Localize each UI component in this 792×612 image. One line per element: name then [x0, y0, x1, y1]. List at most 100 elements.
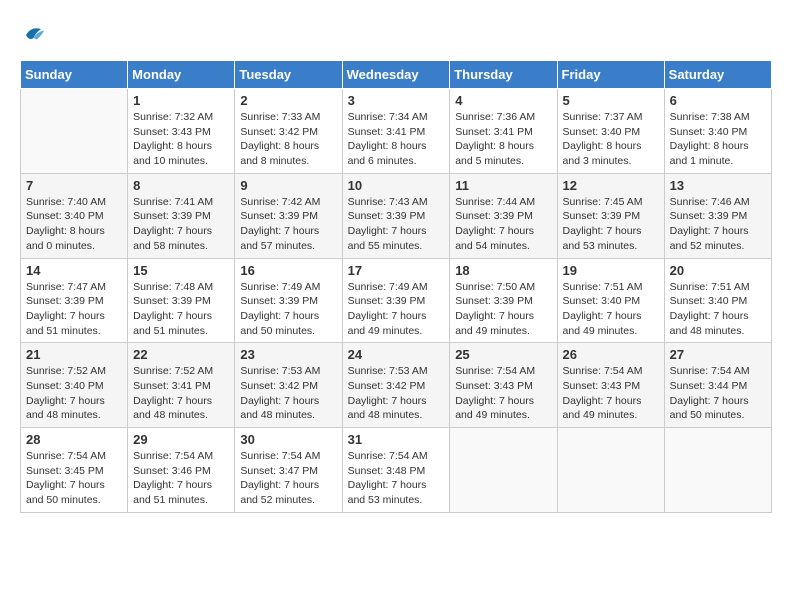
- day-number: 8: [133, 178, 229, 193]
- day-number: 31: [348, 432, 445, 447]
- day-info: Sunrise: 7:50 AM Sunset: 3:39 PM Dayligh…: [455, 280, 551, 339]
- calendar-cell: 4 Sunrise: 7:36 AM Sunset: 3:41 PM Daylig…: [450, 89, 557, 174]
- day-info: Sunrise: 7:52 AM Sunset: 3:40 PM Dayligh…: [26, 364, 122, 423]
- day-number: 9: [240, 178, 336, 193]
- day-number: 5: [563, 93, 659, 108]
- calendar-cell: 9 Sunrise: 7:42 AM Sunset: 3:39 PM Daylig…: [235, 173, 342, 258]
- day-number: 19: [563, 263, 659, 278]
- day-info: Sunrise: 7:54 AM Sunset: 3:43 PM Dayligh…: [455, 364, 551, 423]
- calendar-cell: 22 Sunrise: 7:52 AM Sunset: 3:41 PM Dayli…: [128, 343, 235, 428]
- day-info: Sunrise: 7:36 AM Sunset: 3:41 PM Dayligh…: [455, 110, 551, 169]
- calendar-week-2: 7 Sunrise: 7:40 AM Sunset: 3:40 PM Daylig…: [21, 173, 772, 258]
- day-number: 11: [455, 178, 551, 193]
- day-number: 21: [26, 347, 122, 362]
- calendar-cell: 2Sunrise: 7:33 AM Sunset: 3:42 PM Daylig…: [235, 89, 342, 174]
- calendar-cell: 30 Sunrise: 7:54 AM Sunset: 3:47 PM Dayli…: [235, 428, 342, 513]
- day-number: 26: [563, 347, 659, 362]
- day-number: 15: [133, 263, 229, 278]
- day-number: 16: [240, 263, 336, 278]
- day-info: Sunrise: 7:46 AM Sunset: 3:39 PM Dayligh…: [670, 195, 766, 254]
- day-number: 13: [670, 178, 766, 193]
- day-number: 29: [133, 432, 229, 447]
- day-number: 17: [348, 263, 445, 278]
- day-info: Sunrise: 7:33 AM Sunset: 3:42 PM Dayligh…: [240, 110, 336, 169]
- calendar-cell: 12Sunrise: 7:45 AM Sunset: 3:39 PM Dayli…: [557, 173, 664, 258]
- calendar-cell: 1 Sunrise: 7:32 AM Sunset: 3:43 PM Daylig…: [128, 89, 235, 174]
- calendar-cell: 29Sunrise: 7:54 AM Sunset: 3:46 PM Dayli…: [128, 428, 235, 513]
- calendar-cell: 23Sunrise: 7:53 AM Sunset: 3:42 PM Dayli…: [235, 343, 342, 428]
- calendar-cell: 20 Sunrise: 7:51 AM Sunset: 3:40 PM Dayli…: [664, 258, 771, 343]
- day-info: Sunrise: 7:47 AM Sunset: 3:39 PM Dayligh…: [26, 280, 122, 339]
- calendar-cell: 7 Sunrise: 7:40 AM Sunset: 3:40 PM Daylig…: [21, 173, 128, 258]
- calendar-cell: 8 Sunrise: 7:41 AM Sunset: 3:39 PM Daylig…: [128, 173, 235, 258]
- weekday-header-wednesday: Wednesday: [342, 61, 450, 89]
- day-number: 10: [348, 178, 445, 193]
- day-info: Sunrise: 7:49 AM Sunset: 3:39 PM Dayligh…: [348, 280, 445, 339]
- day-number: 28: [26, 432, 122, 447]
- day-info: Sunrise: 7:37 AM Sunset: 3:40 PM Dayligh…: [563, 110, 659, 169]
- calendar-cell: 18 Sunrise: 7:50 AM Sunset: 3:39 PM Dayli…: [450, 258, 557, 343]
- calendar-week-1: 1 Sunrise: 7:32 AM Sunset: 3:43 PM Daylig…: [21, 89, 772, 174]
- day-number: 4: [455, 93, 551, 108]
- day-number: 27: [670, 347, 766, 362]
- calendar-week-3: 14 Sunrise: 7:47 AM Sunset: 3:39 PM Dayli…: [21, 258, 772, 343]
- calendar-cell: 15Sunrise: 7:48 AM Sunset: 3:39 PM Dayli…: [128, 258, 235, 343]
- calendar-table: SundayMondayTuesdayWednesdayThursdayFrid…: [20, 60, 772, 513]
- day-info: Sunrise: 7:42 AM Sunset: 3:39 PM Dayligh…: [240, 195, 336, 254]
- calendar-cell: 27 Sunrise: 7:54 AM Sunset: 3:44 PM Dayli…: [664, 343, 771, 428]
- weekday-header-tuesday: Tuesday: [235, 61, 342, 89]
- calendar-week-4: 21 Sunrise: 7:52 AM Sunset: 3:40 PM Dayli…: [21, 343, 772, 428]
- day-number: 1: [133, 93, 229, 108]
- day-number: 22: [133, 347, 229, 362]
- calendar-cell: 13 Sunrise: 7:46 AM Sunset: 3:39 PM Dayli…: [664, 173, 771, 258]
- calendar-cell: 10Sunrise: 7:43 AM Sunset: 3:39 PM Dayli…: [342, 173, 450, 258]
- day-info: Sunrise: 7:34 AM Sunset: 3:41 PM Dayligh…: [348, 110, 445, 169]
- day-info: Sunrise: 7:53 AM Sunset: 3:42 PM Dayligh…: [348, 364, 445, 423]
- day-number: 24: [348, 347, 445, 362]
- day-info: Sunrise: 7:52 AM Sunset: 3:41 PM Dayligh…: [133, 364, 229, 423]
- day-info: Sunrise: 7:54 AM Sunset: 3:44 PM Dayligh…: [670, 364, 766, 423]
- weekday-header-monday: Monday: [128, 61, 235, 89]
- calendar-cell: 17 Sunrise: 7:49 AM Sunset: 3:39 PM Dayli…: [342, 258, 450, 343]
- day-number: 20: [670, 263, 766, 278]
- day-number: 6: [670, 93, 766, 108]
- calendar-cell: 16 Sunrise: 7:49 AM Sunset: 3:39 PM Dayli…: [235, 258, 342, 343]
- calendar-cell: 28 Sunrise: 7:54 AM Sunset: 3:45 PM Dayli…: [21, 428, 128, 513]
- weekday-header-saturday: Saturday: [664, 61, 771, 89]
- day-info: Sunrise: 7:54 AM Sunset: 3:48 PM Dayligh…: [348, 449, 445, 508]
- day-info: Sunrise: 7:41 AM Sunset: 3:39 PM Dayligh…: [133, 195, 229, 254]
- calendar-cell: [664, 428, 771, 513]
- calendar-cell: 25 Sunrise: 7:54 AM Sunset: 3:43 PM Dayli…: [450, 343, 557, 428]
- calendar-cell: 31 Sunrise: 7:54 AM Sunset: 3:48 PM Dayli…: [342, 428, 450, 513]
- calendar-cell: [21, 89, 128, 174]
- day-info: Sunrise: 7:54 AM Sunset: 3:43 PM Dayligh…: [563, 364, 659, 423]
- page-header: [20, 20, 772, 50]
- calendar-week-5: 28 Sunrise: 7:54 AM Sunset: 3:45 PM Dayli…: [21, 428, 772, 513]
- calendar-cell: 11 Sunrise: 7:44 AM Sunset: 3:39 PM Dayli…: [450, 173, 557, 258]
- calendar-cell: [557, 428, 664, 513]
- logo-icon: [20, 20, 50, 50]
- day-number: 14: [26, 263, 122, 278]
- day-info: Sunrise: 7:32 AM Sunset: 3:43 PM Dayligh…: [133, 110, 229, 169]
- calendar-cell: 19Sunrise: 7:51 AM Sunset: 3:40 PM Dayli…: [557, 258, 664, 343]
- calendar-cell: 3Sunrise: 7:34 AM Sunset: 3:41 PM Daylig…: [342, 89, 450, 174]
- day-number: 7: [26, 178, 122, 193]
- day-number: 12: [563, 178, 659, 193]
- day-info: Sunrise: 7:38 AM Sunset: 3:40 PM Dayligh…: [670, 110, 766, 169]
- calendar-cell: 6 Sunrise: 7:38 AM Sunset: 3:40 PM Daylig…: [664, 89, 771, 174]
- calendar-cell: 21 Sunrise: 7:52 AM Sunset: 3:40 PM Dayli…: [21, 343, 128, 428]
- day-info: Sunrise: 7:49 AM Sunset: 3:39 PM Dayligh…: [240, 280, 336, 339]
- logo: [20, 20, 54, 50]
- calendar-cell: 26 Sunrise: 7:54 AM Sunset: 3:43 PM Dayli…: [557, 343, 664, 428]
- day-info: Sunrise: 7:54 AM Sunset: 3:45 PM Dayligh…: [26, 449, 122, 508]
- day-info: Sunrise: 7:54 AM Sunset: 3:47 PM Dayligh…: [240, 449, 336, 508]
- weekday-header-row: SundayMondayTuesdayWednesdayThursdayFrid…: [21, 61, 772, 89]
- day-info: Sunrise: 7:40 AM Sunset: 3:40 PM Dayligh…: [26, 195, 122, 254]
- day-info: Sunrise: 7:51 AM Sunset: 3:40 PM Dayligh…: [670, 280, 766, 339]
- weekday-header-sunday: Sunday: [21, 61, 128, 89]
- day-number: 18: [455, 263, 551, 278]
- day-number: 23: [240, 347, 336, 362]
- day-info: Sunrise: 7:44 AM Sunset: 3:39 PM Dayligh…: [455, 195, 551, 254]
- day-number: 25: [455, 347, 551, 362]
- day-number: 30: [240, 432, 336, 447]
